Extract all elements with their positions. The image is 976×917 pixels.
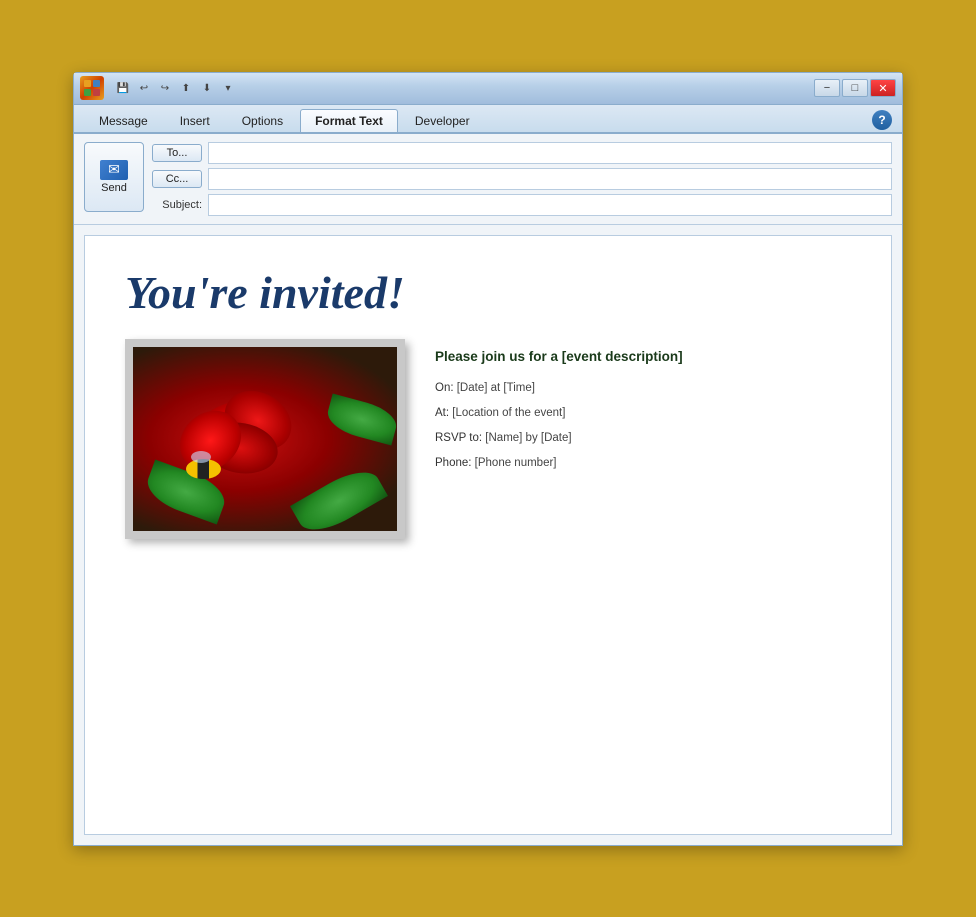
leaf-3 — [324, 393, 397, 445]
flower-image — [133, 347, 397, 531]
detail-value-2: [Name] by [Date] — [485, 432, 571, 444]
detail-label-1: At: — [435, 407, 452, 419]
close-button[interactable]: ✕ — [870, 79, 896, 97]
detail-line-0: On: [Date] at [Time] — [435, 380, 851, 397]
window-controls: − □ ✕ — [814, 79, 896, 97]
tab-options[interactable]: Options — [227, 109, 298, 132]
cc-row: Cc... — [152, 168, 892, 190]
subject-label: Subject: — [152, 199, 202, 211]
address-fields: To... Cc... Subject: — [152, 142, 892, 216]
cc-input[interactable] — [208, 168, 892, 190]
office-logo-icon — [80, 76, 104, 100]
to-input[interactable] — [208, 142, 892, 164]
minimize-button[interactable]: − — [814, 79, 840, 97]
detail-value-0: [Date] at [Time] — [457, 382, 535, 394]
bee-body — [186, 459, 221, 479]
dropdown-quick-btn[interactable]: ▾ — [219, 79, 237, 97]
detail-line-1: At: [Location of the event] — [435, 405, 851, 422]
invite-title: You're invited! — [125, 266, 851, 319]
email-window: 💾 ↩ ↪ ⬆ ⬇ ▾ − □ ✕ Message Insert Options… — [73, 72, 903, 846]
detail-line-3: Phone: [Phone number] — [435, 455, 851, 472]
event-heading: Please join us for a [event description] — [435, 349, 851, 364]
invite-image — [125, 339, 405, 539]
undo-quick-btn[interactable]: ↩ — [135, 79, 153, 97]
email-body[interactable]: You're invited! — [84, 235, 892, 835]
send-icon: ✉ — [100, 160, 128, 180]
tab-message[interactable]: Message — [84, 109, 163, 132]
title-bar: 💾 ↩ ↪ ⬆ ⬇ ▾ − □ ✕ — [74, 73, 902, 105]
invite-details: Please join us for a [event description]… — [435, 339, 851, 481]
detail-label-0: On: — [435, 382, 457, 394]
invite-content: Please join us for a [event description]… — [125, 339, 851, 539]
tab-format-text[interactable]: Format Text — [300, 109, 398, 132]
cc-button[interactable]: Cc... — [152, 170, 202, 188]
detail-label-2: RSVP to: — [435, 432, 485, 444]
detail-label-3: Phone: — [435, 457, 475, 469]
ribbon-tabs: Message Insert Options Format Text Devel… — [74, 105, 902, 132]
email-header: ✉ Send To... Cc... Subject: — [74, 134, 902, 225]
bee-wing — [191, 451, 211, 463]
title-bar-left: 💾 ↩ ↪ ⬆ ⬇ ▾ — [80, 76, 237, 100]
help-button[interactable]: ? — [872, 110, 892, 130]
detail-line-2: RSVP to: [Name] by [Date] — [435, 430, 851, 447]
tab-insert[interactable]: Insert — [165, 109, 225, 132]
to-button[interactable]: To... — [152, 144, 202, 162]
subject-row: Subject: — [152, 194, 892, 216]
ribbon: Message Insert Options Format Text Devel… — [74, 105, 902, 134]
detail-value-3: [Phone number] — [475, 457, 557, 469]
down-quick-btn[interactable]: ⬇ — [198, 79, 216, 97]
send-button[interactable]: ✉ Send — [84, 142, 144, 212]
subject-input[interactable] — [208, 194, 892, 216]
maximize-button[interactable]: □ — [842, 79, 868, 97]
up-quick-btn[interactable]: ⬆ — [177, 79, 195, 97]
redo-quick-btn[interactable]: ↪ — [156, 79, 174, 97]
detail-value-1: [Location of the event] — [452, 407, 565, 419]
save-quick-btn[interactable]: 💾 — [114, 79, 132, 97]
rose — [173, 383, 313, 513]
tab-developer[interactable]: Developer — [400, 109, 485, 132]
send-label: Send — [101, 182, 127, 194]
to-row: To... — [152, 142, 892, 164]
quick-access-toolbar: 💾 ↩ ↪ ⬆ ⬇ ▾ — [114, 79, 237, 97]
